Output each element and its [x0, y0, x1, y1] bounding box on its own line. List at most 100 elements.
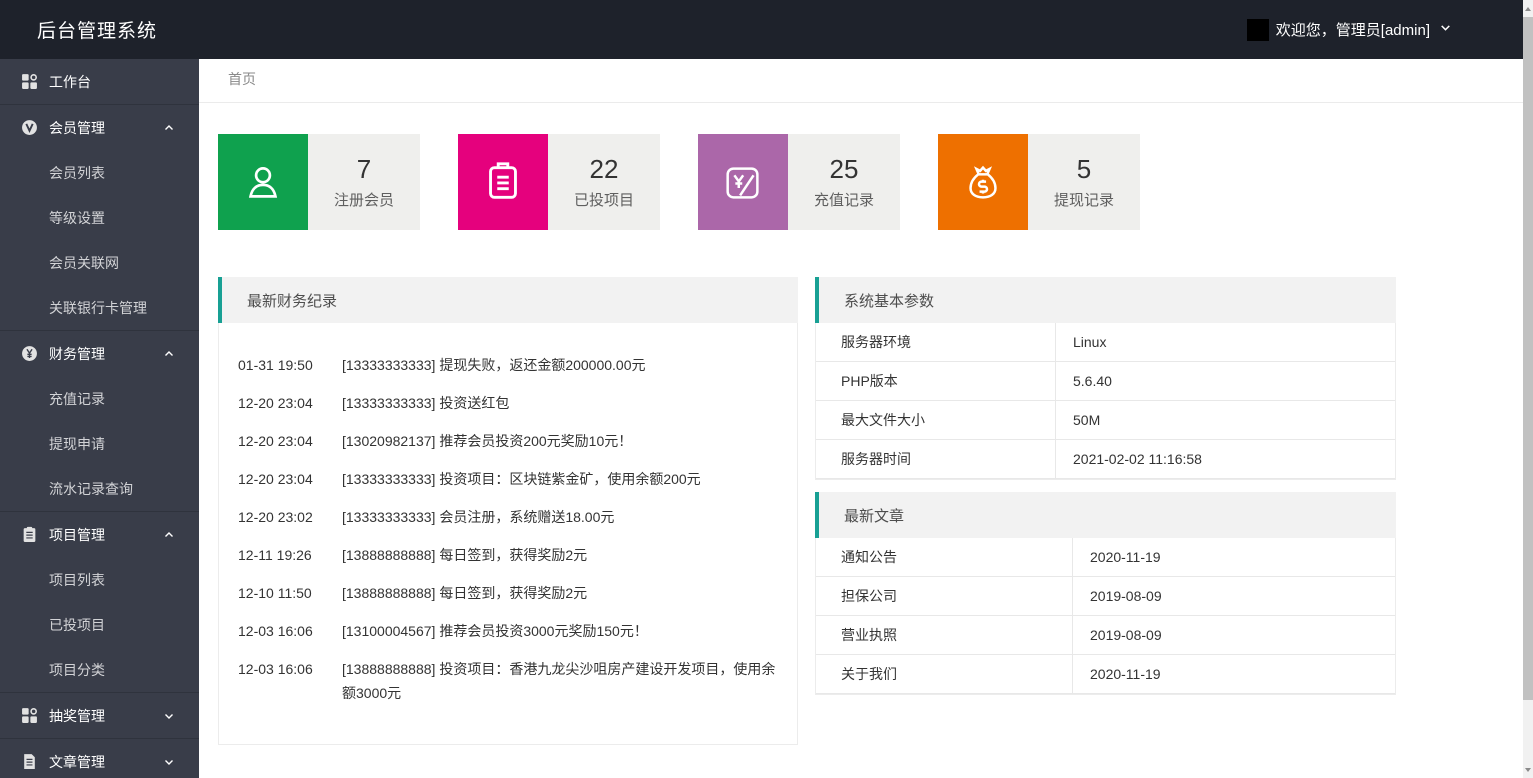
clipboard-icon — [458, 134, 548, 230]
sidebar-subitem-member-network[interactable]: 会员关联网 — [0, 240, 199, 285]
stat-label: 已投项目 — [574, 189, 634, 210]
stat-label: 提现记录 — [1054, 189, 1114, 210]
record-time: 12-20 23:04 — [238, 467, 322, 491]
record-time: 12-10 11:50 — [238, 581, 322, 605]
table-row: PHP版本 5.6.40 — [816, 362, 1395, 401]
sidebar-subitem-label: 会员关联网 — [49, 253, 119, 273]
sidebar-subitem-invested-projects[interactable]: 已投项目 — [0, 602, 199, 647]
member-circle-icon — [21, 119, 38, 136]
scrollbar-thumb[interactable] — [1523, 17, 1533, 700]
stat-value: 7 — [357, 154, 371, 184]
sidebar-subitem-recharge-records[interactable]: 充值记录 — [0, 376, 199, 421]
money-bag-icon — [938, 134, 1028, 230]
stat-value: 25 — [830, 154, 859, 184]
sidebar-subitem-label: 流水记录查询 — [49, 479, 133, 499]
system-params-table: 服务器环境 Linux PHP版本 5.6.40 最大文件大小 50M 服务器时… — [815, 323, 1396, 480]
sidebar-subitem-label: 关联银行卡管理 — [49, 298, 147, 318]
yen-card-icon — [698, 134, 788, 230]
param-name: 服务器时间 — [816, 440, 1056, 478]
panel-title: 最新文章 — [815, 492, 1396, 538]
sidebar-item-label: 项目管理 — [49, 525, 105, 545]
article-title: 通知公告 — [816, 538, 1073, 576]
stat-value: 22 — [590, 154, 619, 184]
sidebar-item-workbench[interactable]: 工作台 — [0, 59, 199, 104]
record-time: 12-20 23:02 — [238, 505, 322, 529]
sidebar-subitem-bank-card-management[interactable]: 关联银行卡管理 — [0, 285, 199, 330]
sidebar-subitem-level-settings[interactable]: 等级设置 — [0, 195, 199, 240]
sidebar-item-member-management[interactable]: 会员管理 — [0, 105, 199, 150]
scroll-up-icon[interactable] — [1523, 0, 1533, 17]
sidebar-item-label: 会员管理 — [49, 118, 105, 138]
stat-info: 7 注册会员 — [308, 134, 420, 230]
welcome-text: 欢迎您，管理员[admin] — [1276, 19, 1430, 40]
stat-info: 25 充值记录 — [788, 134, 900, 230]
param-value: 2021-02-02 11:16:58 — [1056, 451, 1202, 467]
console-grid-icon — [21, 73, 38, 90]
scroll-down-icon[interactable] — [1523, 761, 1533, 778]
record-row: 12-03 16:06 [13888888888] 投资项目：香港九龙尖沙咀房产… — [219, 657, 797, 719]
finance-records-panel: 最新财务纪录 01-31 19:50 [13333333333] 提现失败，返还… — [218, 277, 798, 745]
top-header: 后台管理系统 欢迎您，管理员[admin] — [0, 0, 1523, 59]
user-icon — [218, 134, 308, 230]
sidebar: 工作台 会员管理 会员列表 等级设置 会员关联网 关联银行卡管理 — [0, 59, 199, 778]
record-row: 01-31 19:50 [13333333333] 提现失败，返还金额20000… — [219, 353, 797, 391]
system-params-panel: 系统基本参数 服务器环境 Linux PHP版本 5.6.40 最大文件大小 5… — [815, 277, 1396, 480]
sidebar-item-finance-management[interactable]: 财务管理 — [0, 331, 199, 376]
sidebar-subitem-withdrawal-requests[interactable]: 提现申请 — [0, 421, 199, 466]
param-value: 5.6.40 — [1056, 373, 1112, 389]
table-row[interactable]: 营业执照 2019-08-09 — [816, 616, 1395, 655]
sidebar-item-lottery-management[interactable]: 抽奖管理 — [0, 693, 199, 738]
record-text: [13100004567] 推荐会员投资3000元奖励150元！ — [342, 619, 783, 643]
sidebar-item-label: 工作台 — [49, 72, 91, 92]
record-row: 12-20 23:04 [13020982137] 推荐会员投资200元奖励10… — [219, 429, 797, 467]
tab-home[interactable]: 首页 — [199, 69, 268, 102]
document-icon — [21, 753, 38, 770]
finance-records-list: 01-31 19:50 [13333333333] 提现失败，返还金额20000… — [218, 323, 798, 745]
record-text: [13888888888] 投资项目：香港九龙尖沙咀房产建设开发项目，使用余额3… — [342, 657, 783, 705]
panel-title: 最新财务纪录 — [218, 277, 798, 323]
clipboard-icon — [21, 526, 38, 543]
sidebar-subitem-project-list[interactable]: 项目列表 — [0, 557, 199, 602]
sidebar-subitem-label: 充值记录 — [49, 389, 105, 409]
sidebar-subitem-label: 项目分类 — [49, 660, 105, 680]
record-time: 12-20 23:04 — [238, 391, 322, 415]
table-row[interactable]: 通知公告 2020-11-19 — [816, 538, 1395, 577]
record-time: 12-03 16:06 — [238, 657, 322, 705]
record-row: 12-11 19:26 [13888888888] 每日签到，获得奖励2元 — [219, 543, 797, 581]
table-row: 服务器环境 Linux — [816, 323, 1395, 362]
console-grid-icon — [21, 707, 38, 724]
article-date: 2020-11-19 — [1073, 666, 1161, 682]
record-row: 12-20 23:04 [13333333333] 投资项目：区块链紫金矿，使用… — [219, 467, 797, 505]
app-title: 后台管理系统 — [37, 16, 157, 43]
finance-circle-icon — [21, 345, 38, 362]
stat-card-invested-projects: 22 已投项目 — [458, 134, 660, 230]
stat-card-registered-members: 7 注册会员 — [218, 134, 420, 230]
chevron-up-icon — [163, 122, 175, 134]
sidebar-subitem-transaction-query[interactable]: 流水记录查询 — [0, 466, 199, 511]
article-title: 担保公司 — [816, 577, 1073, 615]
sidebar-item-label: 抽奖管理 — [49, 706, 105, 726]
stat-label: 注册会员 — [334, 189, 394, 210]
avatar — [1247, 19, 1269, 41]
scrollbar[interactable] — [1523, 0, 1533, 778]
sidebar-subitem-project-categories[interactable]: 项目分类 — [0, 647, 199, 692]
record-time: 01-31 19:50 — [238, 353, 322, 377]
param-name: PHP版本 — [816, 362, 1056, 400]
record-time: 12-20 23:04 — [238, 429, 322, 453]
table-row[interactable]: 关于我们 2020-11-19 — [816, 655, 1395, 694]
article-title: 营业执照 — [816, 616, 1073, 654]
user-dropdown[interactable]: 欢迎您，管理员[admin] — [1247, 19, 1452, 41]
record-time: 12-03 16:06 — [238, 619, 322, 643]
sidebar-item-article-management[interactable]: 文章管理 — [0, 739, 199, 778]
sidebar-subitem-label: 已投项目 — [49, 615, 105, 635]
stat-info: 5 提现记录 — [1028, 134, 1140, 230]
sidebar-item-project-management[interactable]: 项目管理 — [0, 512, 199, 557]
latest-articles-table: 通知公告 2020-11-19 担保公司 2019-08-09 营业执照 201… — [815, 538, 1396, 695]
param-name: 服务器环境 — [816, 323, 1056, 361]
article-date: 2020-11-19 — [1073, 549, 1161, 565]
sidebar-subitem-label: 会员列表 — [49, 163, 105, 183]
chevron-down-icon — [163, 756, 175, 768]
table-row[interactable]: 担保公司 2019-08-09 — [816, 577, 1395, 616]
stat-value: 5 — [1077, 154, 1091, 184]
sidebar-subitem-member-list[interactable]: 会员列表 — [0, 150, 199, 195]
